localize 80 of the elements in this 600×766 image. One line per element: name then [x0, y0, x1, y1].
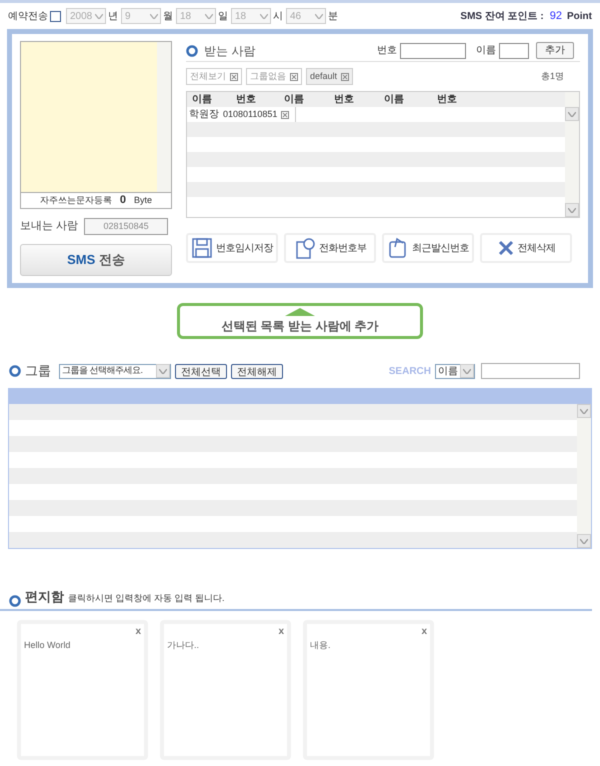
- scroll-down-icon[interactable]: [565, 203, 579, 217]
- message-card[interactable]: x 가나다..: [160, 620, 291, 760]
- byte-count: 0: [120, 193, 126, 208]
- sms-send-button[interactable]: SMS 전송: [20, 244, 172, 276]
- dropdown-icon: [205, 14, 213, 18]
- sender-label: 보내는 사람: [20, 219, 78, 234]
- action-button[interactable]: 번호임시저장: [186, 233, 278, 263]
- action-button[interactable]: 최근발신번호: [382, 233, 474, 263]
- remove-icon: [341, 72, 350, 80]
- notebook-icon: [294, 237, 316, 259]
- scrollbar[interactable]: [157, 42, 171, 192]
- letterbox-hint: 클릭하시면 입력창에 자동 입력 됩니다.: [68, 592, 225, 605]
- scroll-up-icon[interactable]: [577, 404, 591, 418]
- radio-icon: [9, 365, 21, 377]
- column-header: 번호: [333, 93, 355, 107]
- column-header: 이름: [283, 93, 305, 107]
- date-unit: 월: [163, 10, 173, 24]
- dropdown-icon: [315, 14, 323, 18]
- dropdown-icon[interactable]: [460, 364, 474, 378]
- remove-icon: [290, 72, 298, 80]
- up-triangle-icon: [285, 308, 315, 316]
- recipients-title: 받는 사람: [204, 42, 256, 60]
- table-cell-text: 학원장: [188, 108, 220, 122]
- message-card[interactable]: x Hello World: [17, 620, 148, 760]
- name-label: 이름: [476, 44, 496, 58]
- dropdown-icon: [95, 14, 103, 18]
- date-unit: 일: [218, 10, 228, 24]
- group-button[interactable]: 전체해제: [231, 364, 283, 378]
- message-box[interactable]: 자주쓰는문자등록 0 Byte: [20, 41, 172, 209]
- scroll-up-icon[interactable]: [565, 107, 579, 121]
- scrollbar[interactable]: [565, 92, 579, 217]
- remove-icon: [230, 72, 238, 80]
- close-button[interactable]: x: [135, 624, 141, 638]
- search-label: SEARCH: [388, 364, 431, 378]
- add-to-recipients-button[interactable]: 선택된 목록 받는 사람에 추가: [177, 303, 423, 339]
- radio-icon: [186, 44, 198, 56]
- dropdown-icon: [150, 14, 158, 18]
- search-select[interactable]: 이름: [435, 364, 475, 378]
- card-text: 내용.: [310, 638, 332, 652]
- group-button[interactable]: 전체선택: [175, 364, 227, 378]
- message-card[interactable]: x 내용.: [303, 620, 434, 760]
- dropdown-icon: [260, 14, 268, 18]
- card-text: Hello World: [24, 638, 72, 652]
- byte-unit: Byte: [134, 194, 152, 207]
- date-unit: 년: [108, 10, 118, 24]
- column-header: 이름: [191, 93, 213, 107]
- dropdown-icon[interactable]: [156, 364, 170, 378]
- scrollbar[interactable]: [577, 404, 591, 548]
- group-select[interactable]: 그룹을 선택해주세요.: [59, 364, 171, 378]
- sender-field[interactable]: 028150845: [84, 218, 168, 235]
- name-input[interactable]: [499, 42, 529, 58]
- column-header: 이름: [383, 93, 405, 107]
- filter-tag[interactable]: default: [306, 68, 354, 85]
- close-button[interactable]: x: [278, 624, 284, 638]
- points-value: 92: [550, 8, 562, 24]
- points-unit: Point: [567, 10, 592, 24]
- points-label: SMS 잔여 포인트 :: [460, 10, 544, 24]
- letterbox-title: 편지함: [25, 588, 64, 606]
- table-cell-text: 01080110851: [222, 108, 278, 121]
- card-text: 가나다..: [167, 638, 200, 652]
- number-label: 번호: [377, 44, 397, 58]
- number-input[interactable]: [400, 42, 466, 58]
- action-button[interactable]: 전화번호부: [284, 233, 376, 263]
- column-header: 번호: [235, 93, 257, 107]
- search-field[interactable]: [481, 363, 580, 379]
- column-header: 번호: [436, 93, 458, 107]
- radio-icon: [9, 594, 21, 606]
- remove-icon[interactable]: [281, 110, 289, 118]
- date-unit: 분: [328, 10, 338, 24]
- cross-icon: [496, 239, 514, 257]
- action-button[interactable]: 전체삭제: [480, 233, 572, 263]
- saved-messages-link[interactable]: 자주쓰는문자등록: [40, 194, 112, 208]
- note-check-icon: [387, 237, 409, 259]
- scroll-down-icon[interactable]: [577, 534, 591, 548]
- group-title: 그룹: [25, 362, 51, 380]
- close-button[interactable]: x: [421, 624, 427, 638]
- add-button[interactable]: 추가: [536, 42, 574, 59]
- total-count: 총1명: [540, 70, 564, 83]
- date-unit: 시: [273, 10, 283, 24]
- reservation-label: 예약전송: [8, 10, 48, 24]
